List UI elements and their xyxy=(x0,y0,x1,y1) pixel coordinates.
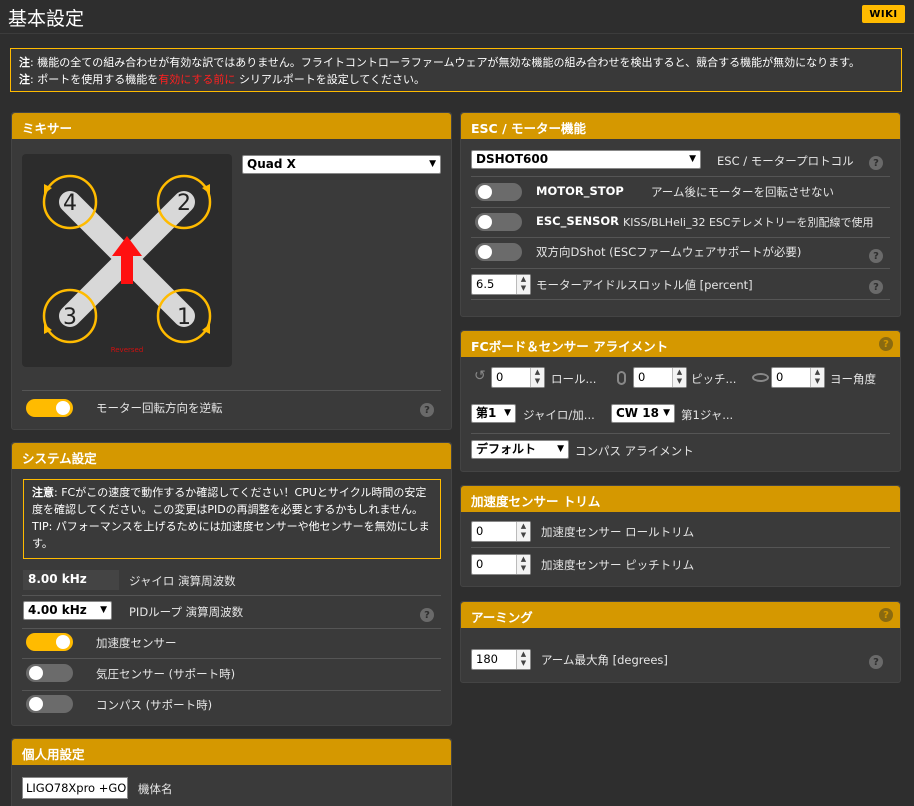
page-header: 基本設定 WIKI xyxy=(0,0,914,34)
roll-trim-label: 加速度センサー ロールトリム xyxy=(541,525,695,539)
compass-align-select[interactable]: デフォルト ▼ xyxy=(471,440,569,459)
cw-select[interactable]: CW 18 ▼ xyxy=(611,404,675,423)
note-prefix: 注 xyxy=(19,56,30,69)
pitch-trim-input[interactable]: 0 ▲ ▼ xyxy=(471,554,531,575)
compass-toggle[interactable] xyxy=(26,695,73,713)
quad-x-diagram: 4 2 3 1 Reversed xyxy=(42,174,212,354)
pitch-icon xyxy=(617,371,626,385)
alignment-title: FCボード＆センサー アライメント xyxy=(461,331,900,357)
compass-align-label: コンパス アライメント xyxy=(575,444,694,458)
wiki-button[interactable]: WIKI xyxy=(862,5,905,23)
esc-sensor-toggle[interactable] xyxy=(475,213,522,231)
reverse-motors-toggle[interactable] xyxy=(26,399,73,417)
gyro-select[interactable]: 第1 ▼ xyxy=(471,404,516,423)
arm-angle-label: アーム最大角 [degrees] xyxy=(541,653,668,667)
esc-protocol-label: ESC / モータープロトコル xyxy=(717,154,854,168)
mixer-panel: ミキサー 4 2 3 1 Reversed Quad X ▼ モーター回転方向を逆… xyxy=(11,112,452,430)
pid-freq-select[interactable]: 4.00 kHz ▼ xyxy=(23,601,112,620)
help-icon[interactable]: ? xyxy=(420,608,434,622)
trim-title: 加速度センサー トリム xyxy=(461,486,900,512)
personal-title: 個人用設定 xyxy=(12,739,451,765)
help-icon[interactable]: ? xyxy=(879,337,893,351)
yaw-icon xyxy=(752,373,769,382)
help-icon[interactable]: ? xyxy=(869,156,883,170)
roll-label: ロール... xyxy=(551,372,597,386)
help-icon[interactable]: ? xyxy=(869,655,883,669)
pid-freq-label: PIDループ 演算周波数 xyxy=(129,605,244,619)
system-title: システム設定 xyxy=(12,443,451,469)
pitch-label: ピッチ... xyxy=(691,372,737,386)
esc-sensor-label: ESC_SENSOR xyxy=(536,214,620,228)
help-icon[interactable]: ? xyxy=(879,608,893,622)
esc-title: ESC / モーター機能 xyxy=(461,113,900,139)
motor-stop-label: MOTOR_STOP xyxy=(536,184,624,198)
idle-throttle-label: モーターアイドルスロットル値 [percent] xyxy=(536,278,753,292)
arming-title: アーミング xyxy=(461,602,900,628)
bidir-dshot-toggle[interactable] xyxy=(475,243,522,261)
page-title: 基本設定 xyxy=(8,8,85,30)
motor-label-1: 1 xyxy=(177,305,191,330)
alignment-panel: FCボード＆センサー アライメント ? ↺ 0 ▲ ▼ ロール... 0 ▲ ▼ ピッチ… xyxy=(460,330,901,472)
yaw-input[interactable]: 0 ▲ ▼ xyxy=(771,367,825,388)
note-line1: : 機能の全ての組み合わせが有効な訳ではありません。フライトコントローラファーム… xyxy=(30,56,860,69)
baro-toggle[interactable] xyxy=(26,664,73,682)
motor-label-2: 2 xyxy=(177,191,191,216)
help-icon[interactable]: ? xyxy=(869,249,883,263)
compat-note: 注: 機能の全ての組み合わせが有効な訳ではありません。フライトコントローラファー… xyxy=(10,48,902,92)
roll-icon: ↺ xyxy=(474,368,486,384)
roll-input[interactable]: 0 ▲ ▼ xyxy=(491,367,545,388)
personal-panel: 個人用設定 LIGO78Xpro +GOP 機体名 xyxy=(11,738,452,806)
motor-label-4: 4 xyxy=(63,191,77,216)
craft-name-label: 機体名 xyxy=(138,782,173,796)
gyro-freq-label: ジャイロ 演算周波数 xyxy=(129,574,236,588)
esc-panel: ESC / モーター機能 DSHOT600 ▼ ESC / モータープロトコル ?… xyxy=(460,112,901,317)
system-warning: 注意: FCがこの速度で動作するか確認してください！CPUとサイクル時間の安定度… xyxy=(23,479,441,559)
motor-label-3: 3 xyxy=(63,305,77,330)
esc-sensor-desc: KISS/BLHeli_32 ESCテレメトリーを別配線で使用 xyxy=(623,216,874,229)
compass-label: コンパス (サポート時) xyxy=(96,698,213,712)
reverse-motors-label: モーター回転方向を逆転 xyxy=(96,401,223,415)
gyro-freq-value: 8.00 kHz xyxy=(23,570,119,590)
first-gyro-label: 第1ジャ... xyxy=(681,408,734,422)
mixer-diagram: 4 2 3 1 Reversed xyxy=(22,154,232,367)
craft-name-input[interactable]: LIGO78Xpro +GOP xyxy=(22,777,128,799)
accel-label: 加速度センサー xyxy=(96,636,177,650)
motor-stop-toggle[interactable] xyxy=(475,183,522,201)
help-icon[interactable]: ? xyxy=(869,280,883,294)
note-line2: : ポートを使用する機能を xyxy=(30,73,159,86)
accel-toggle[interactable] xyxy=(26,633,73,651)
note-line2-end: シリアルポートを設定してください。 xyxy=(238,73,426,86)
arming-panel: アーミング ? 180 ▲ ▼ アーム最大角 [degrees] ? xyxy=(460,601,901,683)
esc-protocol-select[interactable]: DSHOT600 ▼ xyxy=(471,150,701,169)
trim-panel: 加速度センサー トリム 0 ▲ ▼ 加速度センサー ロールトリム 0 ▲ ▼ 加速度セン… xyxy=(460,485,901,587)
note-prefix: 注 xyxy=(19,73,30,86)
arm-angle-input[interactable]: 180 ▲ ▼ xyxy=(471,649,531,670)
help-icon[interactable]: ? xyxy=(420,403,434,417)
pitch-trim-label: 加速度センサー ピッチトリム xyxy=(541,558,695,572)
pitch-input[interactable]: 0 ▲ ▼ xyxy=(633,367,687,388)
bidir-dshot-label: 双方向DShot (ESCファームウェアサポートが必要) xyxy=(536,245,802,259)
reversed-text: Reversed xyxy=(111,346,144,354)
note-highlight: 有効にする前に xyxy=(158,73,236,86)
mixer-title: ミキサー xyxy=(12,113,451,139)
yaw-label: ヨー角度 xyxy=(830,372,876,386)
baro-label: 気圧センサー (サポート時) xyxy=(96,667,236,681)
motor-stop-desc: アーム後にモーターを回転させない xyxy=(651,185,834,199)
gyro-align-label: ジャイロ/加... xyxy=(523,408,595,422)
idle-throttle-input[interactable]: 6.5 ▲ ▼ xyxy=(471,274,531,295)
system-panel: システム設定 注意: FCがこの速度で動作するか確認してください！CPUとサイク… xyxy=(11,442,452,726)
roll-trim-input[interactable]: 0 ▲ ▼ xyxy=(471,521,531,542)
mixer-select[interactable]: Quad X ▼ xyxy=(242,155,441,174)
